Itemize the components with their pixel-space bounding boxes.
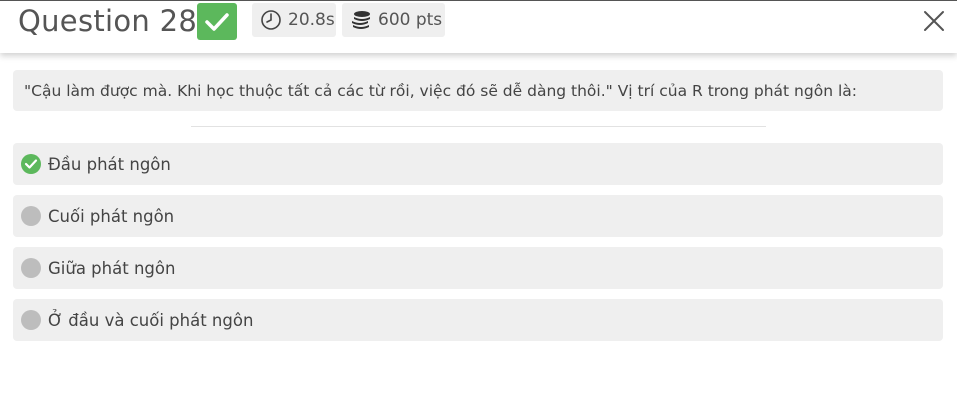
question-title: Question 28 <box>18 4 198 38</box>
points-value: 600 pts <box>378 10 443 30</box>
radio-circle-icon <box>21 258 41 278</box>
close-icon <box>924 11 944 31</box>
answer-option-label: Cuối phát ngôn <box>48 206 175 226</box>
answer-option-label: Giữa phát ngôn <box>48 258 176 278</box>
radio-circle-icon <box>21 310 41 330</box>
question-text: "Cậu làm được mà. Khi học thuộc tất cả c… <box>24 81 857 100</box>
correct-check-icon <box>21 154 41 174</box>
radio-circle-icon <box>21 206 41 226</box>
question-prompt: "Cậu làm được mà. Khi học thuộc tất cả c… <box>13 70 943 111</box>
answer-option-label: Ở đầu và cuối phát ngôn <box>48 310 254 330</box>
correct-status-badge <box>197 3 237 40</box>
timer-chip: 20.8s <box>252 3 336 37</box>
check-icon <box>205 12 229 31</box>
divider <box>191 126 766 127</box>
close-button[interactable] <box>920 7 948 35</box>
answer-option-4[interactable]: Ở đầu và cuối phát ngôn <box>13 299 943 341</box>
answer-option-3[interactable]: Giữa phát ngôn <box>13 247 943 289</box>
quiz-header: Question 28 20.8s 600 pts <box>0 0 957 53</box>
points-chip: 600 pts <box>342 3 445 37</box>
timer-value: 20.8s <box>288 10 335 30</box>
coins-icon <box>350 9 372 31</box>
clock-icon <box>260 9 282 31</box>
answer-option-1[interactable]: Đầu phát ngôn <box>13 143 943 185</box>
answer-option-2[interactable]: Cuối phát ngôn <box>13 195 943 237</box>
answer-option-label: Đầu phát ngôn <box>48 154 171 174</box>
